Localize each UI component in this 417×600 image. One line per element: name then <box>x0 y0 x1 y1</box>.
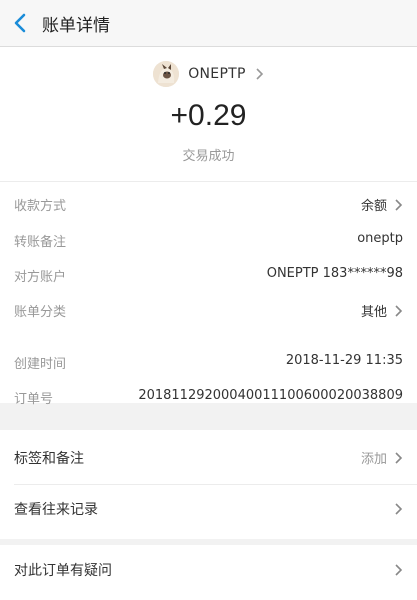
help-card: 对此订单有疑问 <box>0 545 417 600</box>
detail-label: 创建时间 <box>14 357 67 372</box>
payee-link[interactable]: ONEPTP <box>0 59 417 89</box>
divider <box>0 181 417 182</box>
item-label: 查看往来记录 <box>14 502 98 518</box>
avatar <box>153 61 180 87</box>
item-label: 对此订单有疑问 <box>14 563 112 579</box>
add-link[interactable]: 添加 <box>361 448 387 467</box>
detail-row-payment-method[interactable]: 收款方式 余额 <box>14 195 403 215</box>
detail-row-counterparty-account: 对方账户 ONEPTP 183******98 <box>14 266 403 286</box>
chevron-right-icon <box>395 503 403 515</box>
item-label: 标签和备注 <box>14 451 84 467</box>
chevron-right-icon <box>395 199 403 211</box>
detail-label: 收款方式 <box>14 199 67 214</box>
divider <box>14 484 417 485</box>
detail-label: 订单号 <box>14 392 54 407</box>
detail-value: 余额 <box>360 199 387 214</box>
detail-row-order-number: 订单号 20181129200040011100600020038809 <box>14 388 403 408</box>
chevron-right-icon <box>395 452 403 464</box>
detail-label: 转账备注 <box>14 235 67 250</box>
detail-value: oneptp <box>357 231 403 246</box>
page-title: 账单详情 <box>42 16 110 36</box>
order-question-item[interactable]: 对此订单有疑问 <box>14 560 403 580</box>
detail-row-transfer-note: 转账备注 oneptp <box>14 231 403 251</box>
detail-label: 对方账户 <box>14 270 67 285</box>
detail-row-category[interactable]: 账单分类 其他 <box>14 301 403 321</box>
detail-value: ONEPTP 183******98 <box>266 266 403 281</box>
detail-label: 账单分类 <box>14 305 67 320</box>
chevron-left-icon <box>14 13 26 33</box>
tags-and-notes-item[interactable]: 标签和备注 添加 <box>14 448 403 468</box>
detail-value: 其他 <box>360 305 387 320</box>
detail-row-created-time: 创建时间 2018-11-29 11:35 <box>14 353 403 373</box>
amount: +0.29 <box>170 99 247 132</box>
actions-card: 标签和备注 添加 查看往来记录 <box>0 430 417 539</box>
chevron-right-icon <box>256 68 263 80</box>
detail-value: 20181129200040011100600020038809 <box>138 388 403 403</box>
header-bar: 账单详情 <box>0 0 417 47</box>
back-button[interactable] <box>12 12 30 34</box>
transaction-card: ONEPTP +0.29 交易成功 收款方式 余额 转账备注 oneptp 对方… <box>0 47 417 407</box>
view-history-item[interactable]: 查看往来记录 <box>14 499 403 519</box>
chevron-right-icon <box>395 305 403 317</box>
transaction-status: 交易成功 <box>182 149 235 164</box>
chevron-right-icon <box>395 564 403 576</box>
payee-name: ONEPTP <box>188 66 246 82</box>
detail-value: 2018-11-29 11:35 <box>285 353 403 368</box>
